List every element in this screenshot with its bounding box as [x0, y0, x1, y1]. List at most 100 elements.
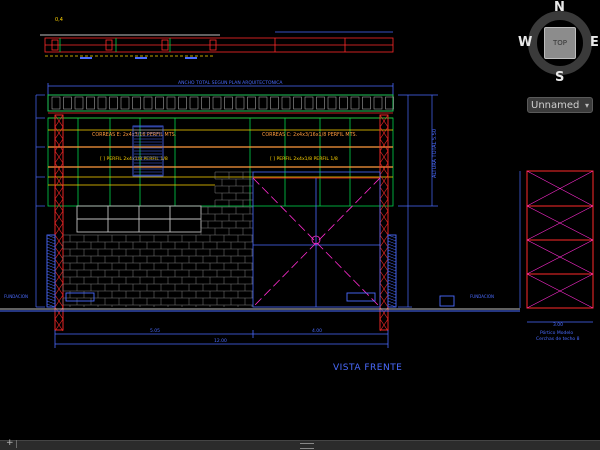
- hatch-line: [387, 288, 397, 293]
- hatch-line: [387, 300, 397, 305]
- truss-block: [143, 96, 153, 110]
- hatch-line: [387, 237, 397, 242]
- beam-right-label: CORREAS C: 2x4x3/16x1/8 PERFIL MTS.: [262, 132, 357, 138]
- truss-block: [74, 96, 84, 110]
- base-right-label: FUNDACION: [470, 294, 494, 299]
- top-dim-label: ANCHO TOTAL SEGUN PLAN ARQUITECTONICA: [178, 80, 283, 86]
- hatch-line: [387, 282, 397, 287]
- ucs-dropdown[interactable]: Unnamed ▾: [527, 97, 593, 113]
- truss-block: [350, 96, 360, 110]
- hatch-line: [46, 243, 56, 248]
- truss-block: [247, 96, 256, 110]
- hatch-line: [387, 273, 397, 278]
- top-detail: 0,4: [40, 17, 394, 59]
- truss-block: [385, 96, 394, 110]
- hatch-line: [387, 249, 397, 254]
- dimension-header: ANCHO TOTAL SEGUN PLAN ARQUITECTONICA: [47, 80, 394, 95]
- hatch-line: [46, 291, 56, 296]
- hatch-line: [387, 252, 397, 257]
- hatch-line: [46, 273, 56, 278]
- truss-block: [258, 96, 268, 110]
- truss-block: [51, 96, 61, 110]
- truss-block: [178, 96, 187, 110]
- truss-block: [235, 96, 245, 110]
- truss-block: [304, 96, 314, 110]
- compass-south[interactable]: S: [555, 70, 564, 85]
- hatch-line: [46, 261, 56, 266]
- truss-block: [86, 96, 95, 110]
- truss-block: [189, 96, 199, 110]
- status-bar: + |: [0, 438, 600, 450]
- rail-right-label: [ ] PERFIL 2x4x1/8 PERFIL 1/8: [270, 156, 338, 162]
- hatch-line: [46, 276, 56, 281]
- truss-block: [155, 96, 164, 110]
- hatch-line: [46, 267, 56, 272]
- truss-block: [316, 96, 325, 110]
- drawing-canvas[interactable]: 0,4 ANCHO TOTAL SEGUN PLAN ARQUITECTONIC…: [0, 0, 600, 440]
- hatch-line: [387, 246, 397, 251]
- hatch-line: [46, 285, 56, 290]
- hatch-line: [46, 258, 56, 263]
- side-portico: 3.00 Pórtico Modelo Cerchas de techo 8: [519, 170, 594, 342]
- hatch-line: [46, 294, 56, 299]
- side-label: Pórtico Modelo: [540, 329, 573, 336]
- hatch-line: [46, 282, 56, 287]
- hatch-line: [46, 252, 56, 257]
- ground-line: FUNDACION FUNDACION: [0, 292, 520, 312]
- compass-north[interactable]: N: [554, 0, 565, 15]
- hatch-line: [387, 285, 397, 290]
- truss-block: [293, 96, 302, 110]
- truss-block: [109, 96, 118, 110]
- truss-block: [224, 96, 233, 110]
- hatch-line: [387, 297, 397, 302]
- truss-block: [132, 96, 141, 110]
- hatch-line: [387, 270, 397, 275]
- hatch-line: [46, 303, 56, 308]
- hatch-line: [387, 240, 397, 245]
- hatch-line: [387, 294, 397, 299]
- resize-handle[interactable]: [300, 443, 314, 449]
- compass-east[interactable]: E: [590, 35, 599, 50]
- truss-block: [212, 96, 222, 110]
- dim-left: 5.05: [150, 328, 160, 334]
- truss-block: [339, 96, 348, 110]
- roof-truss: [47, 94, 394, 119]
- chevron-down-icon: ▾: [584, 101, 589, 110]
- level-label: 0,4: [55, 17, 63, 23]
- dim-total: 12.00: [214, 338, 227, 344]
- viewcube-top-face[interactable]: TOP: [544, 27, 576, 59]
- hatch-line: [46, 297, 56, 302]
- hatch-line: [46, 264, 56, 269]
- hatch-line: [387, 267, 397, 272]
- brick-wall: [62, 171, 253, 307]
- compass-west[interactable]: W: [518, 35, 532, 50]
- dim-right: 4.00: [312, 328, 322, 334]
- truss-block: [201, 96, 210, 110]
- door-panel: [252, 171, 381, 308]
- right-height-label: ALTURA TOTAL 5.50: [432, 129, 438, 178]
- hatch-line: [387, 261, 397, 266]
- truss-block: [63, 96, 72, 110]
- hatch-line: [46, 249, 56, 254]
- hatch-line: [387, 303, 397, 308]
- hatch-line: [46, 237, 56, 242]
- hatch-line: [46, 288, 56, 293]
- hatch-line: [387, 291, 397, 296]
- truss-block: [281, 96, 291, 110]
- bottom-dimensions: 5.05 4.00 12.00: [54, 328, 389, 348]
- base-left-label: FUNDACION: [4, 294, 28, 299]
- hatch-line: [46, 279, 56, 284]
- hatch-line: [387, 264, 397, 269]
- right-column: [379, 114, 397, 332]
- status-separator: |: [15, 439, 18, 448]
- add-layout-icon[interactable]: +: [6, 438, 14, 448]
- hatch-line: [46, 270, 56, 275]
- viewcube[interactable]: TOP N S W E: [518, 0, 600, 85]
- side-sublabel: Cerchas de techo 8: [536, 336, 580, 342]
- hatch-line: [387, 258, 397, 263]
- hatch-line: [387, 243, 397, 248]
- hatch-line: [387, 279, 397, 284]
- hatch-line: [387, 255, 397, 260]
- truss-block: [166, 96, 176, 110]
- side-dim: 3.00: [553, 322, 563, 328]
